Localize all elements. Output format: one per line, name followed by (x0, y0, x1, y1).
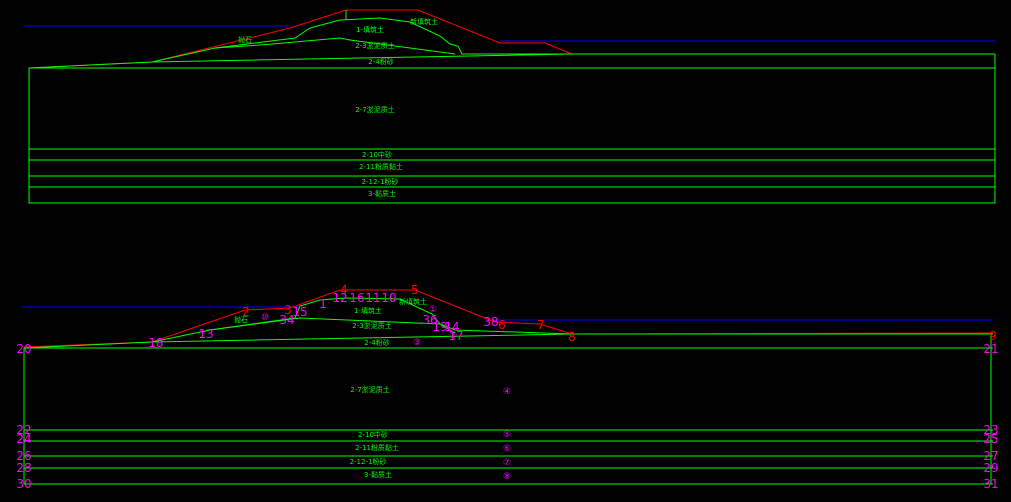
node-31: 31 (983, 477, 998, 491)
node-5: 5 (411, 283, 419, 297)
bottom-label-l1: 1-填筑土 (354, 306, 382, 315)
bottom-label-l27: 2-7淤泥质土 (350, 385, 389, 394)
node-21: 21 (983, 342, 998, 356)
bottom-label-l2121: 2-12-1粉砂 (350, 457, 387, 466)
node-29: 29 (983, 461, 998, 475)
node-12: 12 (332, 291, 347, 305)
bottom-label-l23: 2-3淤泥质土 (352, 321, 391, 330)
top-label-l2121: 2-12-1粉砂 (362, 177, 399, 186)
node-17: 17 (448, 329, 463, 343)
node-1: 1 (319, 297, 327, 311)
region-mark-10: ⑩ (261, 313, 269, 323)
node-16: 16 (349, 291, 364, 305)
bottom-label-l3: 3-黏质土 (364, 470, 392, 479)
top-label-l23: 2-3淤泥质土 (355, 41, 394, 50)
region-mark-8: ⑧ (503, 472, 511, 482)
node-28: 28 (16, 461, 31, 475)
node-34: 34 (279, 313, 294, 327)
top-label-l3: 3-黏质土 (368, 189, 396, 198)
top-label-l1: 1-填筑土 (356, 25, 384, 34)
node-10: 10 (381, 291, 396, 305)
node-2: 2 (242, 305, 250, 319)
cad-drawing-canvas: 新填筑土 抛石 1-填筑土 2-3淤泥质土 2-4粉砂 2-7淤泥质土 2-10… (0, 0, 1011, 502)
bottom-label-l24: 2-4粉砂 (364, 338, 389, 347)
region-mark-7: ⑦ (503, 458, 511, 468)
top-label-fill-new: 新填筑土 (410, 17, 438, 26)
region-mark-3: ③ (413, 338, 421, 348)
node-38: 38 (483, 315, 498, 329)
top-label-stone: 抛石 (238, 35, 252, 44)
node-9: 9 (989, 329, 997, 343)
top-label-l27: 2-7淤泥质土 (355, 105, 394, 114)
background (0, 0, 1011, 502)
top-label-l210: 2-10中砂 (362, 150, 392, 159)
node-18: 18 (148, 336, 163, 350)
node-11: 11 (365, 291, 380, 305)
node-8: 8 (568, 330, 576, 344)
region-mark-6: ⑥ (503, 444, 511, 454)
bottom-label-fill-new: 新填筑土 (399, 297, 427, 306)
region-mark-5: ⑤ (503, 430, 511, 440)
top-label-l24: 2-4粉砂 (368, 57, 393, 66)
node-24: 24 (16, 432, 31, 446)
top-label-l211: 2-11粉质黏土 (359, 162, 403, 171)
node-30: 30 (16, 477, 31, 491)
node-6: 6 (498, 318, 506, 332)
region-mark-4: ④ (503, 387, 511, 397)
node-7: 7 (537, 318, 545, 332)
node-13: 13 (198, 327, 213, 341)
node-25: 25 (983, 432, 998, 446)
bottom-label-l211: 2-11粉质黏土 (355, 443, 399, 452)
node-15: 15 (292, 305, 307, 319)
node-20: 20 (16, 342, 31, 356)
bottom-label-l210: 2-10中砂 (358, 430, 388, 439)
